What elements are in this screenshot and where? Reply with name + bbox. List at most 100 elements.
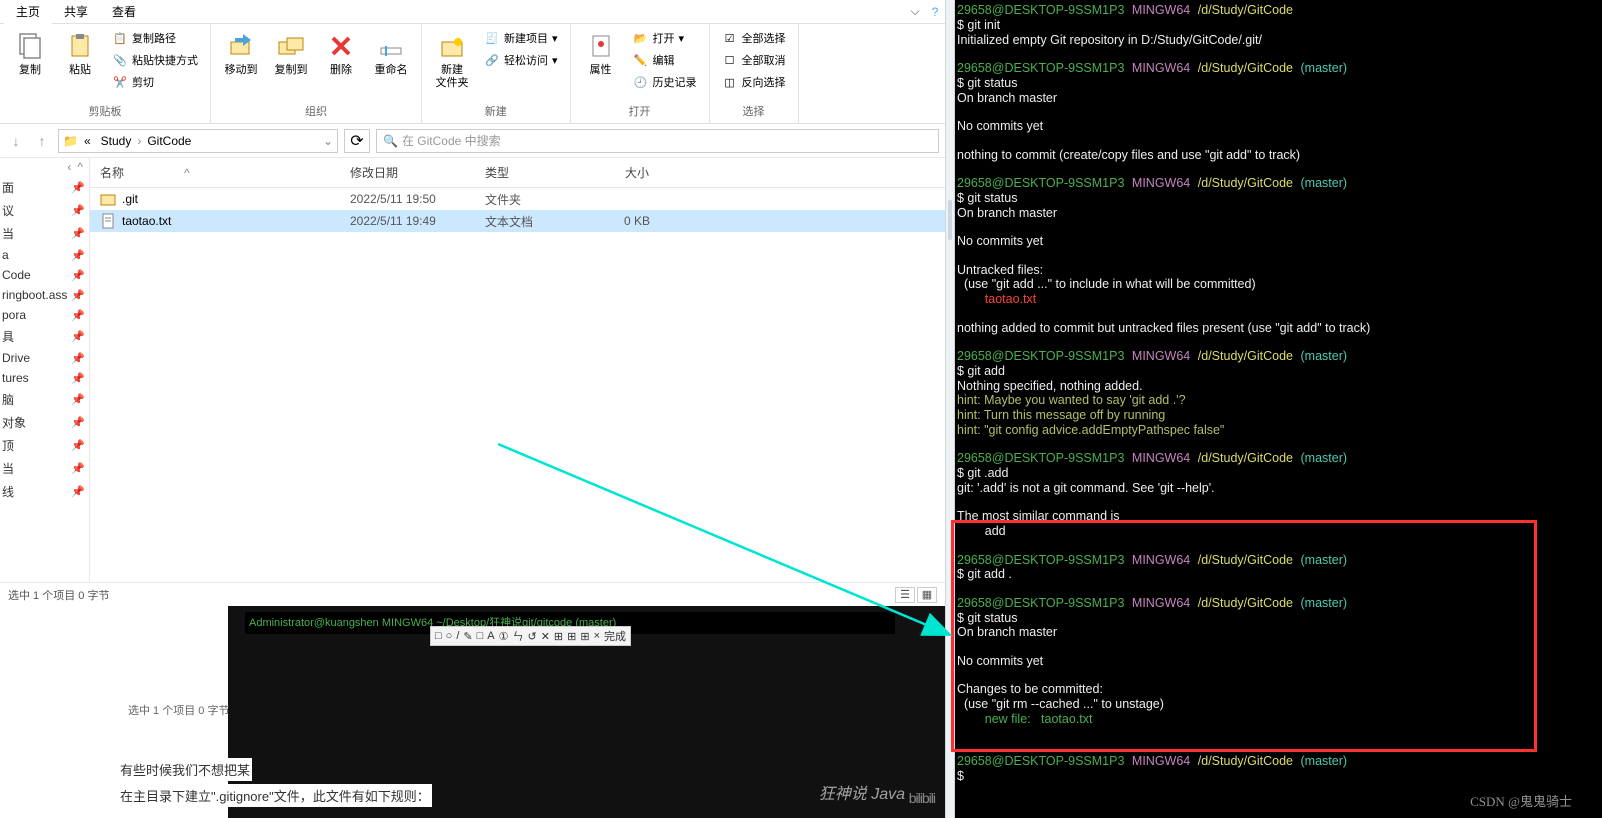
new-folder-button[interactable]: 新建 文件夹: [428, 26, 476, 94]
table-row[interactable]: taotao.txt2022/5/11 19:49文本文档0 KB: [90, 210, 945, 232]
tree-item[interactable]: 当📌: [0, 222, 89, 245]
file-icon: [100, 213, 116, 229]
view-details-icon[interactable]: ☰: [895, 587, 915, 603]
refresh-button[interactable]: ⟳: [344, 129, 370, 153]
annotation-tool[interactable]: ↺: [527, 630, 536, 643]
video-area: Administrator@kuangshen MINGW64 ~/Deskto…: [0, 606, 945, 818]
invert-select-button[interactable]: ◫反向选择: [718, 72, 790, 92]
col-type[interactable]: 类型: [475, 158, 590, 187]
refresh-icon: ⟳: [350, 131, 363, 151]
tree-item[interactable]: 对象📌: [0, 411, 89, 434]
file-name: .git: [122, 192, 138, 206]
file-list: 名称^ 修改日期 类型 大小 .git2022/5/11 19:50文件夹tao…: [90, 158, 945, 582]
new-item-button[interactable]: 🧾新建项目 ▾: [480, 28, 562, 48]
annotation-tool[interactable]: ①: [499, 630, 509, 643]
breadcrumb-seg-study[interactable]: Study: [97, 134, 136, 148]
tree-item[interactable]: 脑📌: [0, 388, 89, 411]
open-group-label: 打开: [629, 101, 651, 121]
tree-item[interactable]: 议📌: [0, 199, 89, 222]
ribbon-collapse-icon[interactable]: ⌵: [905, 4, 925, 19]
status-text: 选中 1 个项目 0 字节: [8, 587, 109, 603]
address-row: ↓ ↑ 📁 « Study › GitCode ⌄ ⟳ 🔍 在 GitCode …: [0, 124, 945, 158]
col-name[interactable]: 名称^: [90, 158, 340, 187]
tree-item[interactable]: 面📌: [0, 176, 89, 199]
watermark: CSDN @鬼鬼骑士: [1470, 791, 1572, 810]
annotation-tool[interactable]: ○: [446, 630, 453, 642]
annotation-tool[interactable]: ⊞: [554, 630, 563, 643]
copy-path-button[interactable]: 📋复制路径: [108, 28, 202, 48]
pin-icon: 📌: [71, 416, 85, 429]
rename-button[interactable]: 重命名: [367, 26, 415, 81]
delete-button[interactable]: 删除: [317, 26, 365, 81]
copy-button[interactable]: 复制: [6, 26, 54, 81]
easy-access-button[interactable]: 🔗轻松访问 ▾: [480, 50, 562, 70]
annotation-tool[interactable]: ×: [594, 630, 600, 642]
nav-up-icon[interactable]: ↑: [32, 131, 52, 151]
nav-back-icon[interactable]: ↓: [6, 131, 26, 151]
annotation-tool[interactable]: ✕: [541, 630, 550, 643]
help-icon[interactable]: ?: [925, 5, 945, 19]
col-size[interactable]: 大小: [590, 158, 660, 187]
annotation-tool[interactable]: ⊞: [567, 630, 576, 643]
tree-item[interactable]: 顶📌: [0, 434, 89, 457]
annotation-toolbar[interactable]: □○/✎□A①ㄣ↺✕⊞⊞⊞×完成: [430, 626, 631, 646]
tree-item[interactable]: pora📌: [0, 305, 89, 325]
pin-icon: 📌: [71, 204, 85, 217]
move-to-button[interactable]: 移动到: [217, 26, 265, 81]
breadcrumb-seg-gitcode[interactable]: GitCode: [143, 134, 195, 148]
breadcrumb[interactable]: 📁 « Study › GitCode ⌄: [58, 129, 338, 153]
tree-item[interactable]: 线📌: [0, 480, 89, 503]
properties-button[interactable]: 属性: [577, 26, 625, 81]
tree-collapse-icon[interactable]: ‹: [67, 160, 71, 174]
edit-button[interactable]: ✏️编辑: [629, 50, 701, 70]
open-icon: 📂: [633, 30, 649, 46]
select-none-icon: ☐: [722, 52, 738, 68]
search-input[interactable]: 🔍 在 GitCode 中搜索: [376, 129, 939, 153]
paste-button[interactable]: 粘贴: [56, 26, 104, 81]
annotation-tool[interactable]: A: [487, 630, 494, 642]
cut-button[interactable]: ✂️剪切: [108, 72, 202, 92]
file-size: 0 KB: [590, 212, 660, 230]
tree-item[interactable]: 当📌: [0, 457, 89, 480]
paste-shortcut-button[interactable]: 📎粘贴快捷方式: [108, 50, 202, 70]
tree-item[interactable]: a📌: [0, 245, 89, 265]
nav-tree[interactable]: ‹^ 面📌议📌当📌a📌Code📌ringboot.ass📌pora📌具📌Driv…: [0, 158, 90, 582]
tab-share[interactable]: 共享: [52, 0, 100, 24]
select-all-button[interactable]: ☑全部选择: [718, 28, 790, 48]
tree-item[interactable]: tures📌: [0, 368, 89, 388]
pin-icon: 📌: [71, 372, 85, 385]
tree-expand-icon[interactable]: ^: [77, 160, 83, 174]
view-large-icon[interactable]: ▦: [917, 587, 937, 603]
column-headers[interactable]: 名称^ 修改日期 类型 大小: [90, 158, 945, 188]
col-date[interactable]: 修改日期: [340, 158, 475, 187]
ribbon: 复制 粘贴 📋复制路径 📎粘贴快捷方式 ✂️剪切 剪贴板 移动到 复制到 删除: [0, 24, 945, 124]
tree-item[interactable]: Drive📌: [0, 348, 89, 368]
cut-icon: ✂️: [112, 74, 128, 90]
pin-icon: 📌: [71, 269, 85, 282]
select-none-button[interactable]: ☐全部取消: [718, 50, 790, 70]
annotation-tool[interactable]: □: [477, 630, 484, 642]
annotation-tool[interactable]: 完成: [604, 628, 626, 644]
rename-icon: [375, 30, 407, 62]
annotation-tool[interactable]: /: [456, 630, 459, 642]
annotation-tool[interactable]: ⊞: [580, 630, 589, 643]
path-icon: 📋: [112, 30, 128, 46]
open-button[interactable]: 📂打开 ▾: [629, 28, 701, 48]
tree-item[interactable]: 具📌: [0, 325, 89, 348]
annotation-tool[interactable]: ✎: [463, 630, 472, 643]
clipboard-group-label: 剪贴板: [89, 101, 122, 121]
folder-icon: [100, 191, 116, 207]
breadcrumb-dropdown-icon[interactable]: ⌄: [323, 134, 333, 148]
tree-item[interactable]: Code📌: [0, 265, 89, 285]
tree-item[interactable]: ringboot.ass📌: [0, 285, 89, 305]
annotation-tool[interactable]: □: [435, 630, 442, 642]
table-row[interactable]: .git2022/5/11 19:50文件夹: [90, 188, 945, 210]
tab-home[interactable]: 主页: [4, 0, 52, 24]
delete-icon: [325, 30, 357, 62]
copy-to-button[interactable]: 复制到: [267, 26, 315, 81]
annotation-tool[interactable]: ㄣ: [512, 628, 523, 644]
pin-icon: 📌: [71, 181, 85, 194]
file-type: 文件夹: [475, 189, 590, 210]
tab-view[interactable]: 查看: [100, 0, 148, 24]
history-button[interactable]: 🕘历史记录: [629, 72, 701, 92]
